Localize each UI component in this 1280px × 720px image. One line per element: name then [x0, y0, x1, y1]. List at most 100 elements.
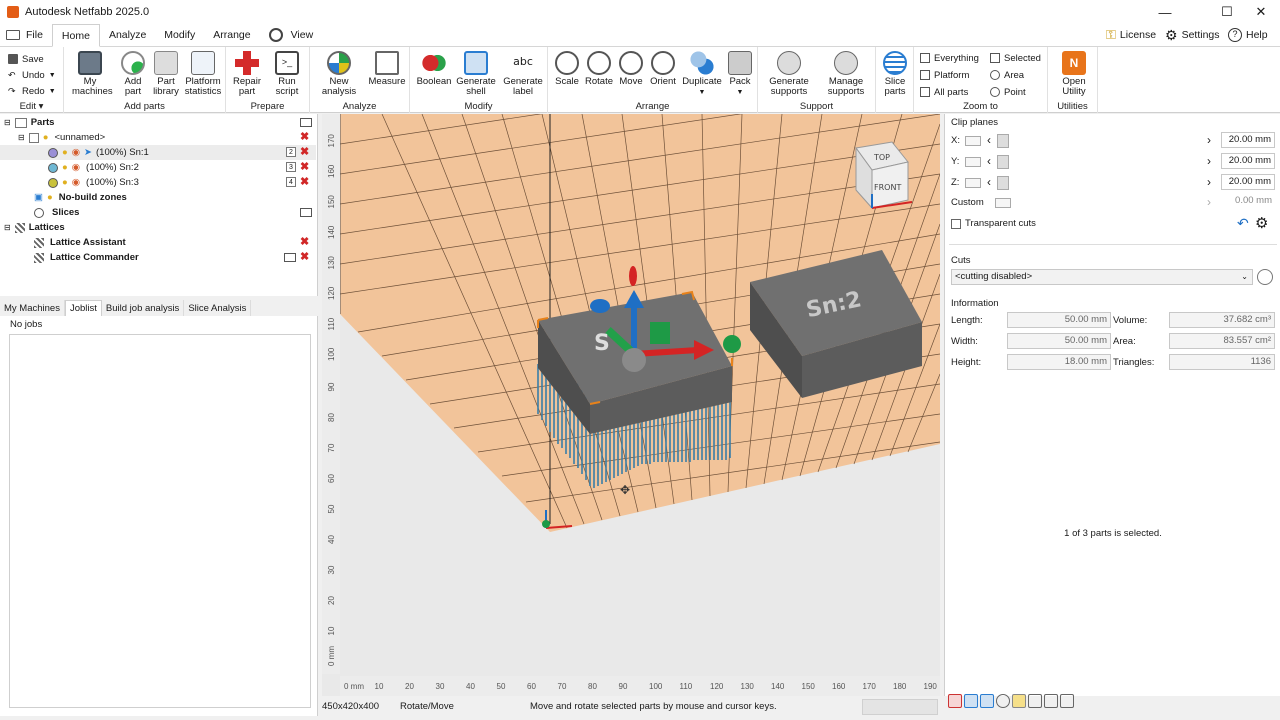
- remove-icon[interactable]: ✖: [300, 237, 310, 248]
- clip-custom-toggle[interactable]: [995, 198, 1011, 208]
- duplicate-button[interactable]: Duplicate ▼: [680, 51, 724, 98]
- file-menu[interactable]: File: [0, 24, 52, 46]
- tree-lattice-assistant[interactable]: Lattice Assistant ✖: [34, 235, 316, 250]
- analysis-view-icon[interactable]: [996, 694, 1010, 708]
- tree-item-sn1[interactable]: ● ◉ ➤ (100%) Sn:1 2 ✖: [0, 145, 316, 160]
- remove-icon[interactable]: ✖: [300, 147, 310, 158]
- run-script-button[interactable]: >_ Run script: [270, 51, 304, 97]
- chevron-right-icon[interactable]: ›: [1207, 154, 1211, 168]
- tree-item-sn3[interactable]: ● ◉ (100%) Sn:3 4 ✖: [0, 175, 316, 190]
- add-part-view-icon[interactable]: [948, 694, 962, 708]
- clip-z-toggle[interactable]: [965, 178, 981, 188]
- tree-group-unnamed[interactable]: ⊟ ● <unnamed> ✖: [18, 130, 316, 145]
- tab-my-machines[interactable]: My Machines: [0, 300, 65, 316]
- slice-parts-button[interactable]: Slice parts: [880, 51, 910, 97]
- tree-item-sn2[interactable]: ● ◉ (100%) Sn:2 3 ✖: [0, 160, 316, 175]
- transparent-cuts-checkbox[interactable]: Transparent cuts: [951, 218, 1036, 229]
- slice-view-icon[interactable]: [980, 694, 994, 708]
- scale-button[interactable]: Scale: [552, 51, 582, 87]
- chevron-left-icon[interactable]: ‹: [987, 175, 991, 189]
- visibility-bulb-icon[interactable]: ●: [43, 132, 49, 143]
- zoom-selected-button[interactable]: Selected: [990, 50, 1041, 66]
- repair-part-button[interactable]: Repair part: [232, 51, 262, 97]
- visibility-bulb-icon[interactable]: ●: [47, 192, 53, 203]
- tree-parts-root[interactable]: ⊟ Parts: [4, 115, 316, 130]
- zoom-everything-button[interactable]: Everything: [920, 50, 979, 66]
- printer-view-icon[interactable]: [1060, 694, 1074, 708]
- pack-button[interactable]: Pack ▼: [726, 51, 754, 98]
- clip-z-input[interactable]: 20.00 mm: [1221, 174, 1275, 190]
- reset-icon[interactable]: ↶: [1237, 215, 1249, 232]
- tab-modify[interactable]: Modify: [155, 24, 204, 46]
- cut-refresh-icon[interactable]: [1257, 269, 1273, 285]
- remove-icon[interactable]: ✖: [300, 252, 310, 263]
- generate-supports-button[interactable]: Generate supports: [764, 51, 814, 97]
- chevron-right-icon[interactable]: ›: [1207, 175, 1211, 189]
- tree-lattices-root[interactable]: ⊟ Lattices: [4, 220, 316, 235]
- add-part-button[interactable]: Add part: [118, 51, 148, 97]
- minimize-button[interactable]: —: [1142, 0, 1188, 24]
- clip-x-input[interactable]: 20.00 mm: [1221, 132, 1275, 148]
- cuts-select[interactable]: <cutting disabled> ⌄: [951, 269, 1253, 285]
- license-button[interactable]: ⚿ License: [1106, 24, 1156, 46]
- move-button[interactable]: Move: [616, 51, 646, 87]
- clip-y-input[interactable]: 20.00 mm: [1221, 153, 1275, 169]
- tree-lattice-commander[interactable]: Lattice Commander ✖: [34, 250, 316, 265]
- remove-icon[interactable]: ✖: [300, 162, 310, 173]
- clip-x-slider[interactable]: [997, 134, 1009, 148]
- remove-icon[interactable]: ✖: [300, 177, 310, 188]
- tab-slice-analysis[interactable]: Slice Analysis: [184, 300, 252, 316]
- measure-button[interactable]: Measure: [368, 51, 406, 87]
- save-button[interactable]: Save: [8, 51, 44, 67]
- chevron-left-icon[interactable]: ‹: [987, 133, 991, 147]
- toggle-view-icon[interactable]: [1028, 694, 1042, 708]
- folder-open-icon[interactable]: [284, 253, 296, 262]
- folder-open-icon[interactable]: [300, 118, 312, 127]
- clip-y-slider[interactable]: [997, 155, 1009, 169]
- generate-label-button[interactable]: abc Generate label: [502, 51, 544, 97]
- zoom-platform-button[interactable]: Platform: [920, 67, 969, 83]
- clip-z-slider[interactable]: [997, 176, 1009, 190]
- tab-view[interactable]: View: [260, 24, 323, 46]
- new-analysis-button[interactable]: New analysis: [320, 51, 358, 97]
- tab-arrange[interactable]: Arrange: [204, 24, 259, 46]
- part-library-button[interactable]: Part library: [150, 51, 182, 97]
- open-utility-button[interactable]: N Open Utility: [1054, 51, 1094, 97]
- generate-shell-button[interactable]: Generate shell: [456, 51, 496, 97]
- support-view-icon[interactable]: [1044, 694, 1058, 708]
- 3d-viewport[interactable]: S Sn:2 TOP FRONT ✥ 0 mm 10 20 30 40 50 6…: [322, 114, 940, 696]
- tab-home[interactable]: Home: [51, 24, 100, 47]
- visibility-bulb-icon[interactable]: ●: [62, 177, 68, 188]
- tab-joblist[interactable]: Joblist: [64, 300, 102, 316]
- color-view-icon[interactable]: [1012, 694, 1026, 708]
- help-button[interactable]: ? Help: [1228, 24, 1268, 46]
- manage-supports-button[interactable]: Manage supports: [820, 51, 872, 97]
- chevron-left-icon[interactable]: ‹: [987, 154, 991, 168]
- tab-build-job-analysis[interactable]: Build job analysis: [102, 300, 185, 316]
- rotate-button[interactable]: Rotate: [584, 51, 614, 87]
- orient-button[interactable]: Orient: [648, 51, 678, 87]
- boolean-button[interactable]: Boolean: [416, 51, 452, 87]
- visibility-bulb-icon[interactable]: ●: [62, 162, 68, 173]
- folder-open-icon[interactable]: [300, 208, 312, 217]
- redo-button[interactable]: ↷ Redo ▼: [8, 83, 56, 99]
- chevron-right-icon[interactable]: ›: [1207, 133, 1211, 147]
- remove-icon[interactable]: ✖: [300, 132, 310, 143]
- zoom-point-button[interactable]: Point: [990, 84, 1026, 100]
- tab-analyze[interactable]: Analyze: [100, 24, 155, 46]
- platform-statistics-button[interactable]: Platform statistics: [184, 51, 222, 97]
- my-machines-button[interactable]: My machines: [72, 51, 113, 97]
- clip-x-toggle[interactable]: [965, 136, 981, 146]
- tree-slices[interactable]: Slices: [34, 205, 316, 220]
- undo-button[interactable]: ↶ Undo ▼: [8, 67, 56, 83]
- zoom-area-button[interactable]: Area: [990, 67, 1024, 83]
- job-list[interactable]: [9, 334, 311, 708]
- gear-icon[interactable]: ⚙: [1255, 214, 1268, 232]
- visibility-bulb-icon[interactable]: ●: [62, 147, 68, 158]
- close-window-button[interactable]: ✕: [1238, 0, 1280, 24]
- settings-button[interactable]: ⚙ Settings: [1165, 24, 1220, 46]
- mesh-view-icon[interactable]: [964, 694, 978, 708]
- clip-y-toggle[interactable]: [965, 157, 981, 167]
- tree-no-build-zones[interactable]: ▣ ● No-build zones: [34, 190, 316, 205]
- zoom-all-parts-button[interactable]: All parts: [920, 84, 968, 100]
